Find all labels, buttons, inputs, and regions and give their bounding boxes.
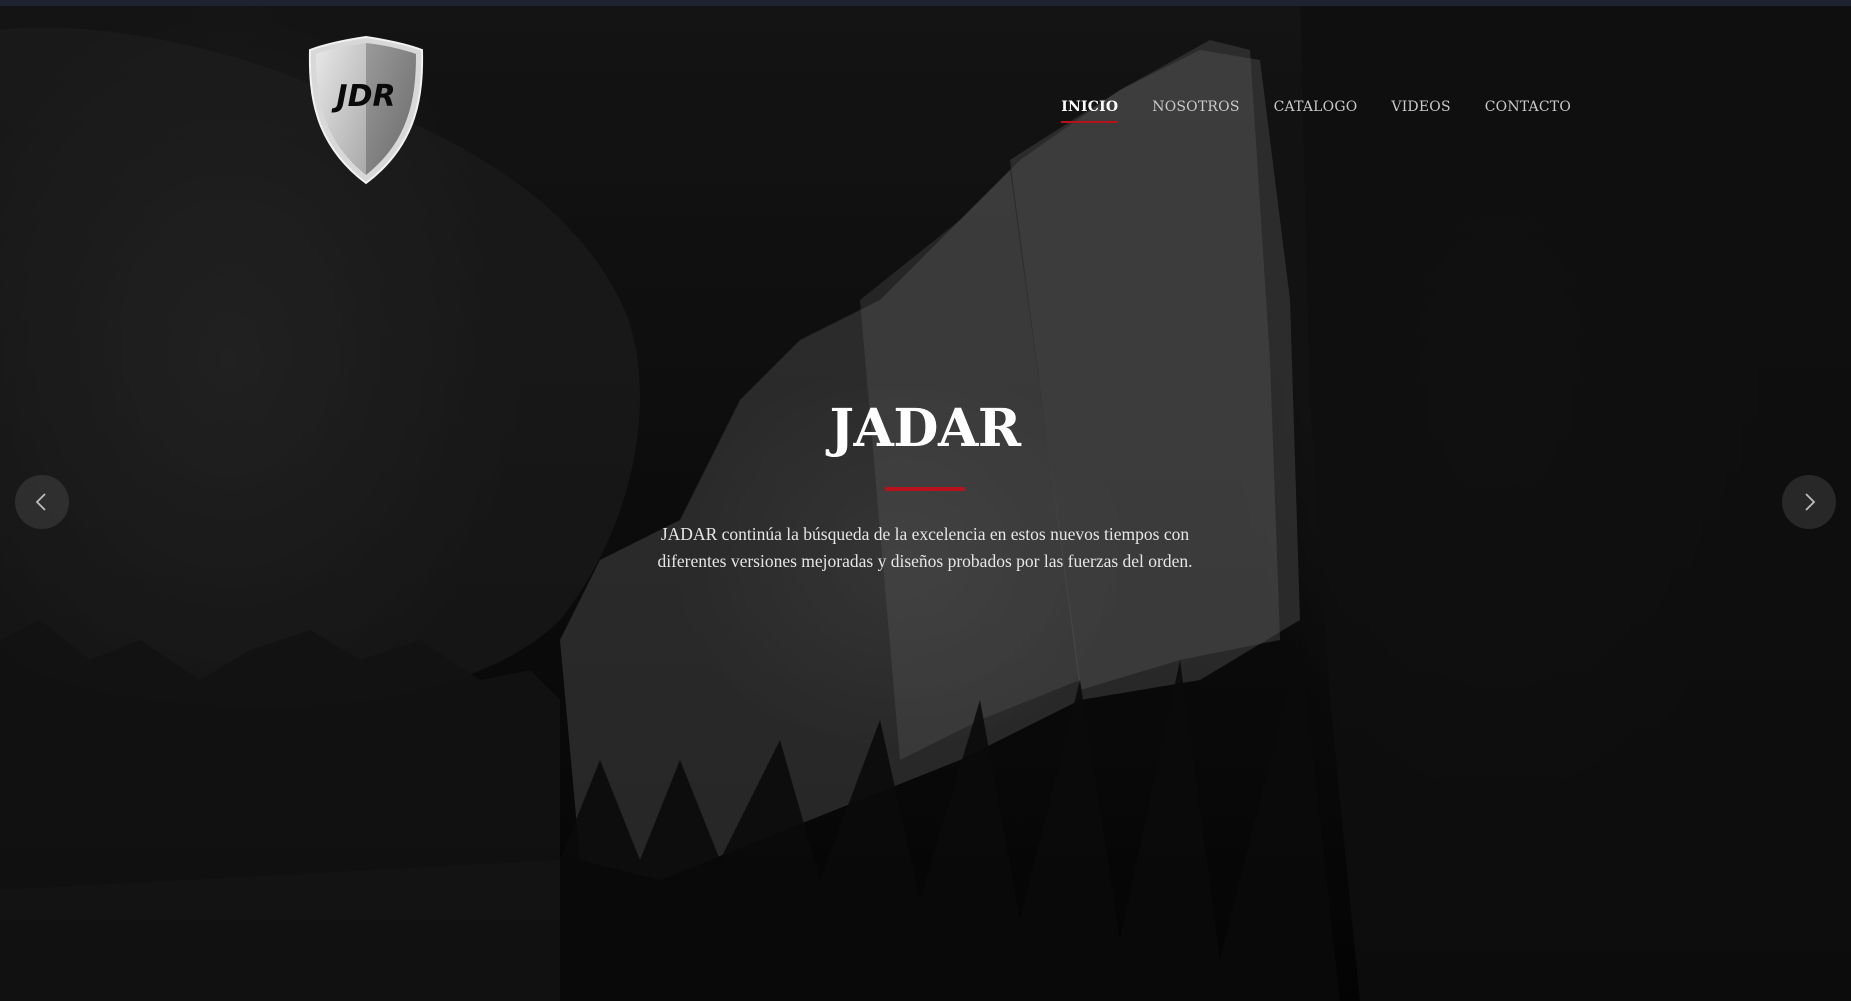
nav-item-nosotros[interactable]: NOSOTROS	[1152, 99, 1239, 123]
hero-description-line: diferentes versiones mejoradas y diseños…	[657, 551, 1193, 572]
nav-item-catalogo[interactable]: CATALOGO	[1274, 99, 1358, 123]
logo-text: JDR	[331, 79, 395, 114]
nav-item-videos[interactable]: VIDEOS	[1391, 99, 1450, 123]
hero-description: JADAR continúa la búsqueda de la excelen…	[575, 521, 1275, 575]
hero-title: JADAR	[829, 398, 1021, 459]
nav-item-label: INICIO	[1061, 99, 1119, 115]
nav-item-inicio[interactable]: INICIO	[1061, 99, 1119, 123]
slider-next-button[interactable]	[1782, 475, 1836, 529]
nav-item-label: CONTACTO	[1484, 99, 1571, 115]
hero-divider	[885, 487, 965, 492]
nav-item-contacto[interactable]: CONTACTO	[1485, 99, 1571, 123]
chevron-right-icon	[1805, 493, 1816, 511]
hero-description-line: JADAR continúa la búsqueda de la excelen…	[660, 524, 1190, 545]
nav-item-label: NOSOTROS	[1152, 99, 1240, 115]
top-bar	[0, 0, 1851, 6]
nav-active-underline	[1061, 121, 1119, 123]
nav-item-label: CATALOGO	[1273, 99, 1358, 115]
hero-content: JADAR JADAR continúa la búsqueda de la e…	[575, 400, 1275, 575]
chevron-left-icon	[35, 493, 46, 511]
main-navigation: INICIO NOSOTROS CATALOGO VIDEOS CONTACTO	[1061, 99, 1571, 123]
nav-item-label: VIDEOS	[1391, 99, 1451, 115]
slider-prev-button[interactable]	[15, 475, 69, 529]
jdr-shield-logo[interactable]: JDR	[306, 34, 426, 186]
page: JDR INICIO NOSOTROS CATALOGO VIDEOS CONT…	[0, 0, 1851, 1001]
